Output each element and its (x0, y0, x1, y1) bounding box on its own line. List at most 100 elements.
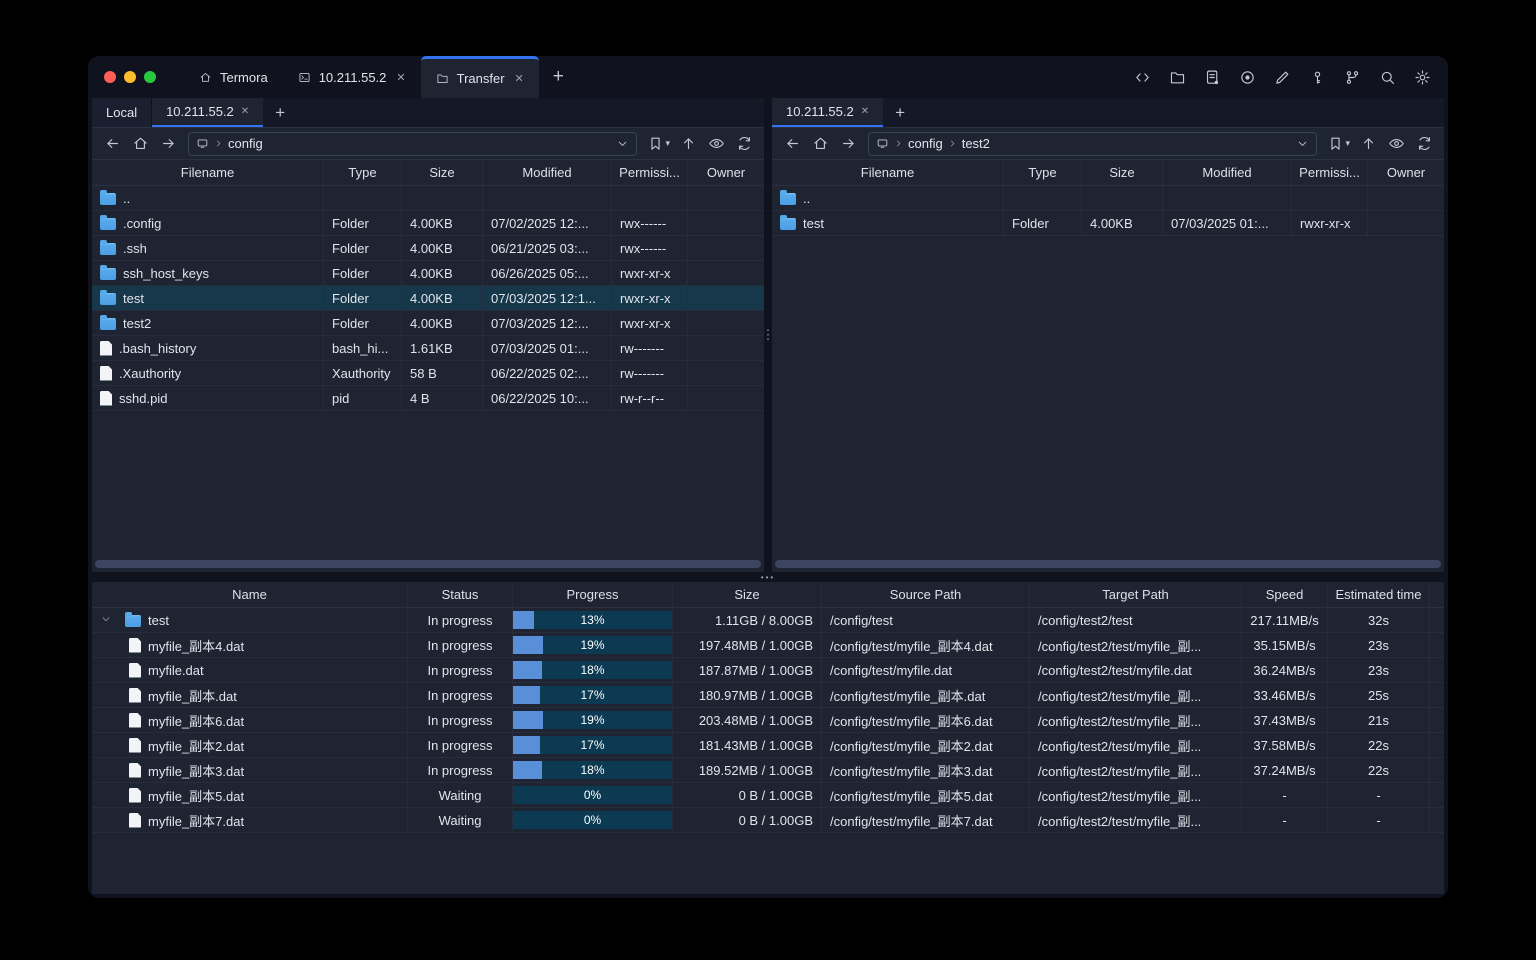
file-cell: rwxr-xr-x (612, 286, 688, 310)
close-tab-icon[interactable]: ✕ (515, 72, 524, 85)
horizontal-splitter[interactable]: ••• (88, 572, 1448, 582)
back-button[interactable] (100, 132, 124, 156)
column-header[interactable]: Name (92, 582, 408, 607)
back-button[interactable] (780, 132, 804, 156)
vertical-splitter[interactable]: ⋮ (762, 98, 775, 572)
file-row[interactable]: .. (92, 186, 764, 211)
path-segment[interactable]: config (213, 136, 263, 151)
transfer-row[interactable]: myfile_副本3.dat In progress 18% 189.52MB / 1… (92, 758, 1444, 783)
column-header[interactable]: Modified (1163, 160, 1292, 185)
folder-icon (100, 239, 116, 255)
path-field[interactable]: config test2 (868, 131, 1318, 156)
transfer-row[interactable]: myfile_副本2.dat In progress 17% 181.43MB / 1… (92, 733, 1444, 758)
close-tab-icon[interactable]: ✕ (396, 71, 405, 84)
column-header[interactable]: Size (1082, 160, 1163, 185)
close-tab-icon[interactable]: ✕ (861, 106, 869, 117)
column-header[interactable]: Filename (772, 160, 1004, 185)
bookmark-button[interactable]: ▾ (645, 135, 672, 152)
pane-tab-10-211-55-2[interactable]: 10.211.55.2 ✕ (772, 98, 884, 127)
path-field[interactable]: config (188, 131, 638, 156)
refresh-button[interactable] (1412, 132, 1436, 156)
new-pane-tab-button[interactable]: + (263, 98, 297, 127)
column-header[interactable]: Status (408, 582, 513, 607)
home-button[interactable] (128, 132, 152, 156)
forward-button[interactable] (156, 132, 180, 156)
zoom-window-button[interactable] (144, 71, 156, 83)
monitor-icon (876, 137, 889, 150)
close-tab-icon[interactable]: ✕ (241, 106, 249, 117)
pane-tab-local[interactable]: Local (92, 98, 153, 127)
transfer-speed-cell: - (1242, 783, 1328, 807)
settings-icon[interactable] (1408, 63, 1436, 91)
column-header[interactable]: Owner (688, 160, 764, 185)
file-row[interactable]: .bash_history bash_hi... 1.61KB 07/03/2025 … (92, 336, 764, 361)
column-header[interactable]: Filename (92, 160, 324, 185)
pane-tab-10-211-55-2[interactable]: 10.211.55.2 ✕ (152, 98, 264, 127)
column-header[interactable]: Owner (1368, 160, 1444, 185)
chevron-down-icon[interactable] (616, 137, 629, 150)
file-cell: bash_hi... (324, 336, 402, 360)
column-header[interactable]: Type (1004, 160, 1082, 185)
new-tab-button[interactable]: + (539, 56, 578, 98)
transfer-row[interactable]: myfile_副本7.dat Waiting 0% 0 B / 1.00GB/conf… (92, 808, 1444, 833)
column-header[interactable]: Permissi... (612, 160, 688, 185)
transfer-row[interactable]: test In progress 13% 1.11GB / 8.00GB/config… (92, 608, 1444, 633)
file-row[interactable]: test2 Folder 4.00KB 07/03/2025 12:... rwxr-x… (92, 311, 764, 336)
refresh-button[interactable] (732, 132, 756, 156)
column-header[interactable]: Source Path (822, 582, 1030, 607)
transfer-row[interactable]: myfile.dat In progress 18% 187.87MB / 1.00G… (92, 658, 1444, 683)
path-segment[interactable]: config (893, 136, 943, 151)
column-header[interactable]: Size (402, 160, 483, 185)
upload-button[interactable] (1356, 132, 1380, 156)
minimize-window-button[interactable] (124, 71, 136, 83)
file-row[interactable]: ssh_host_keys Folder 4.00KB 06/26/2025 05:.… (92, 261, 764, 286)
transfer-row[interactable]: myfile_副本6.dat In progress 19% 203.48MB / 1… (92, 708, 1444, 733)
file-row[interactable]: sshd.pid pid 4 B 06/22/2025 10:... rw-r--r-- (92, 386, 764, 411)
search-icon[interactable] (1373, 63, 1401, 91)
transfer-row[interactable]: myfile_副本4.dat In progress 19% 197.48MB / 1… (92, 633, 1444, 658)
edit-icon[interactable] (1268, 63, 1296, 91)
file-cell (612, 186, 688, 210)
file-row[interactable]: .config Folder 4.00KB 07/02/2025 12:... rwx-… (92, 211, 764, 236)
record-icon[interactable] (1233, 63, 1261, 91)
code-icon[interactable] (1128, 63, 1156, 91)
column-header[interactable]: Modified (483, 160, 612, 185)
bookmark-button[interactable]: ▾ (1325, 135, 1352, 152)
branch-icon[interactable] (1338, 63, 1366, 91)
chevron-down-icon[interactable] (1296, 137, 1309, 150)
file-row[interactable]: test Folder 4.00KB 07/03/2025 12:1... rwxr-x… (92, 286, 764, 311)
column-header[interactable]: Progress (513, 582, 673, 607)
bookmark-dropdown-icon[interactable]: ▾ (1345, 138, 1350, 149)
toggle-hidden-files-button[interactable] (704, 132, 728, 156)
file-cell: 06/21/2025 03:... (483, 236, 612, 260)
upload-button[interactable] (676, 132, 700, 156)
column-header[interactable]: Estimated time (1328, 582, 1430, 607)
transfer-row[interactable]: myfile_副本5.dat Waiting 0% 0 B / 1.00GB/conf… (92, 783, 1444, 808)
main-tab-transfer[interactable]: Transfer ✕ (420, 56, 539, 98)
transfer-row[interactable]: myfile_副本.dat In progress 17% 180.97MB / 1.… (92, 683, 1444, 708)
new-pane-tab-button[interactable]: + (883, 98, 917, 127)
column-header[interactable]: Size (673, 582, 822, 607)
log-icon[interactable] (1198, 63, 1226, 91)
folder-icon[interactable] (1163, 63, 1191, 91)
key-icon[interactable] (1303, 63, 1331, 91)
collapse-chevron-icon[interactable] (100, 613, 112, 628)
toggle-hidden-files-button[interactable] (1384, 132, 1408, 156)
file-row[interactable]: .. (772, 186, 1444, 211)
file-row[interactable]: test Folder 4.00KB 07/03/2025 01:... rwxr-xr… (772, 211, 1444, 236)
horizontal-scrollbar[interactable] (775, 560, 1441, 568)
file-row[interactable]: .ssh Folder 4.00KB 06/21/2025 03:... rwx----… (92, 236, 764, 261)
column-header[interactable]: Speed (1242, 582, 1328, 607)
home-button[interactable] (808, 132, 832, 156)
forward-button[interactable] (836, 132, 860, 156)
path-segment[interactable]: test2 (947, 136, 990, 151)
column-header[interactable]: Permissi... (1292, 160, 1368, 185)
bookmark-dropdown-icon[interactable]: ▾ (665, 138, 670, 149)
column-header[interactable]: Type (324, 160, 402, 185)
main-tab-termora[interactable]: Termora (184, 56, 283, 98)
main-tab-10-211-55-2[interactable]: 10.211.55.2 ✕ (283, 56, 421, 98)
file-row[interactable]: .Xauthority Xauthority 58 B 06/22/2025 02:.… (92, 361, 764, 386)
column-header[interactable]: Target Path (1030, 582, 1242, 607)
horizontal-scrollbar[interactable] (95, 560, 761, 568)
close-window-button[interactable] (104, 71, 116, 83)
